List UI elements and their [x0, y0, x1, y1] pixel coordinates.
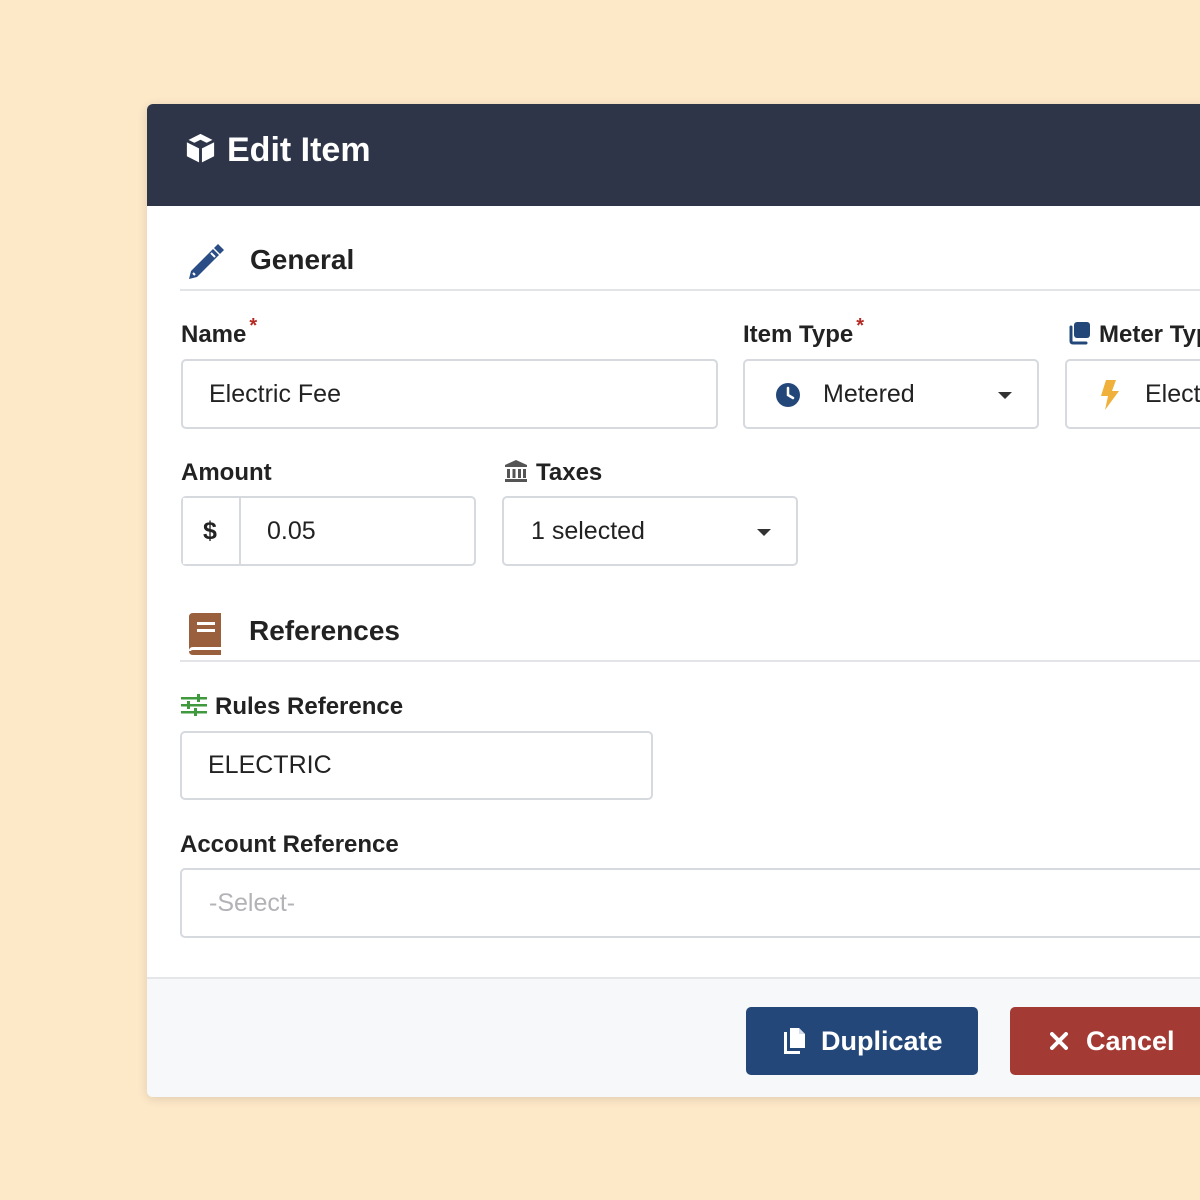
- rules-reference-label: Rules Reference: [181, 693, 403, 721]
- currency-prefix: $: [183, 498, 241, 564]
- modal-header: Edit Item: [147, 104, 1200, 206]
- cancel-button-label: Cancel: [1086, 1026, 1175, 1056]
- name-input-value: Electric Fee: [209, 380, 341, 408]
- meter-type-value: Elect: [1145, 380, 1200, 408]
- modal-footer: Duplicate Cancel: [147, 977, 1200, 1097]
- amount-label: Amount: [181, 459, 272, 486]
- book-icon: [189, 613, 221, 655]
- rules-reference-input[interactable]: ELECTRIC: [180, 731, 653, 800]
- cube-icon: [186, 133, 215, 164]
- cancel-button[interactable]: Cancel: [1010, 1007, 1200, 1075]
- name-label-text: Name: [181, 321, 247, 348]
- rules-reference-label-text: Rules Reference: [215, 693, 404, 720]
- name-input[interactable]: Electric Fee: [181, 359, 718, 429]
- duplicate-button[interactable]: Duplicate: [746, 1007, 978, 1075]
- required-mark: *: [856, 315, 865, 337]
- modal-title: Edit Item: [227, 131, 371, 169]
- item-type-label: Item Type *: [743, 315, 864, 350]
- meter-type-select[interactable]: Elect: [1065, 359, 1200, 429]
- amount-input[interactable]: $ 0.05: [181, 496, 476, 566]
- section-title-general: General: [250, 244, 355, 275]
- sliders-icon: [181, 694, 207, 716]
- copy-icon: [784, 1028, 805, 1054]
- pencil-icon: [189, 244, 224, 279]
- close-icon: [1050, 1032, 1068, 1050]
- section-divider: [180, 289, 1200, 291]
- taxes-label: Taxes: [504, 459, 602, 487]
- meter-type-label-text: Meter Typ: [1099, 321, 1200, 348]
- item-type-label-text: Item Type: [743, 321, 854, 348]
- name-label: Name *: [181, 315, 257, 350]
- item-type-select[interactable]: Metered: [743, 359, 1039, 429]
- taxes-select[interactable]: 1 selected: [502, 496, 798, 566]
- rules-reference-value: ELECTRIC: [208, 751, 332, 779]
- account-reference-label: Account Reference: [180, 831, 399, 858]
- section-title-references: References: [249, 615, 400, 646]
- meter-type-label: Meter Typ: [1067, 321, 1200, 349]
- layers-icon: [1069, 322, 1090, 345]
- account-reference-select[interactable]: -Select-: [180, 868, 1200, 938]
- taxes-value: 1 selected: [531, 517, 645, 545]
- item-type-value: Metered: [823, 380, 915, 408]
- amount-value: 0.05: [267, 517, 316, 545]
- chevron-down-icon: [757, 529, 771, 536]
- edit-item-modal: Edit Item General Name * Electric Fee Ite…: [147, 104, 1200, 1097]
- account-reference-placeholder: -Select-: [209, 889, 296, 917]
- taxes-label-text: Taxes: [536, 459, 603, 486]
- clock-icon: [776, 383, 800, 407]
- required-mark: *: [249, 315, 258, 337]
- currency-symbol: $: [203, 517, 217, 545]
- duplicate-button-label: Duplicate: [821, 1026, 943, 1056]
- bolt-icon: [1101, 380, 1119, 410]
- bank-icon: [505, 460, 527, 482]
- section-divider: [180, 660, 1200, 662]
- chevron-down-icon: [998, 392, 1012, 399]
